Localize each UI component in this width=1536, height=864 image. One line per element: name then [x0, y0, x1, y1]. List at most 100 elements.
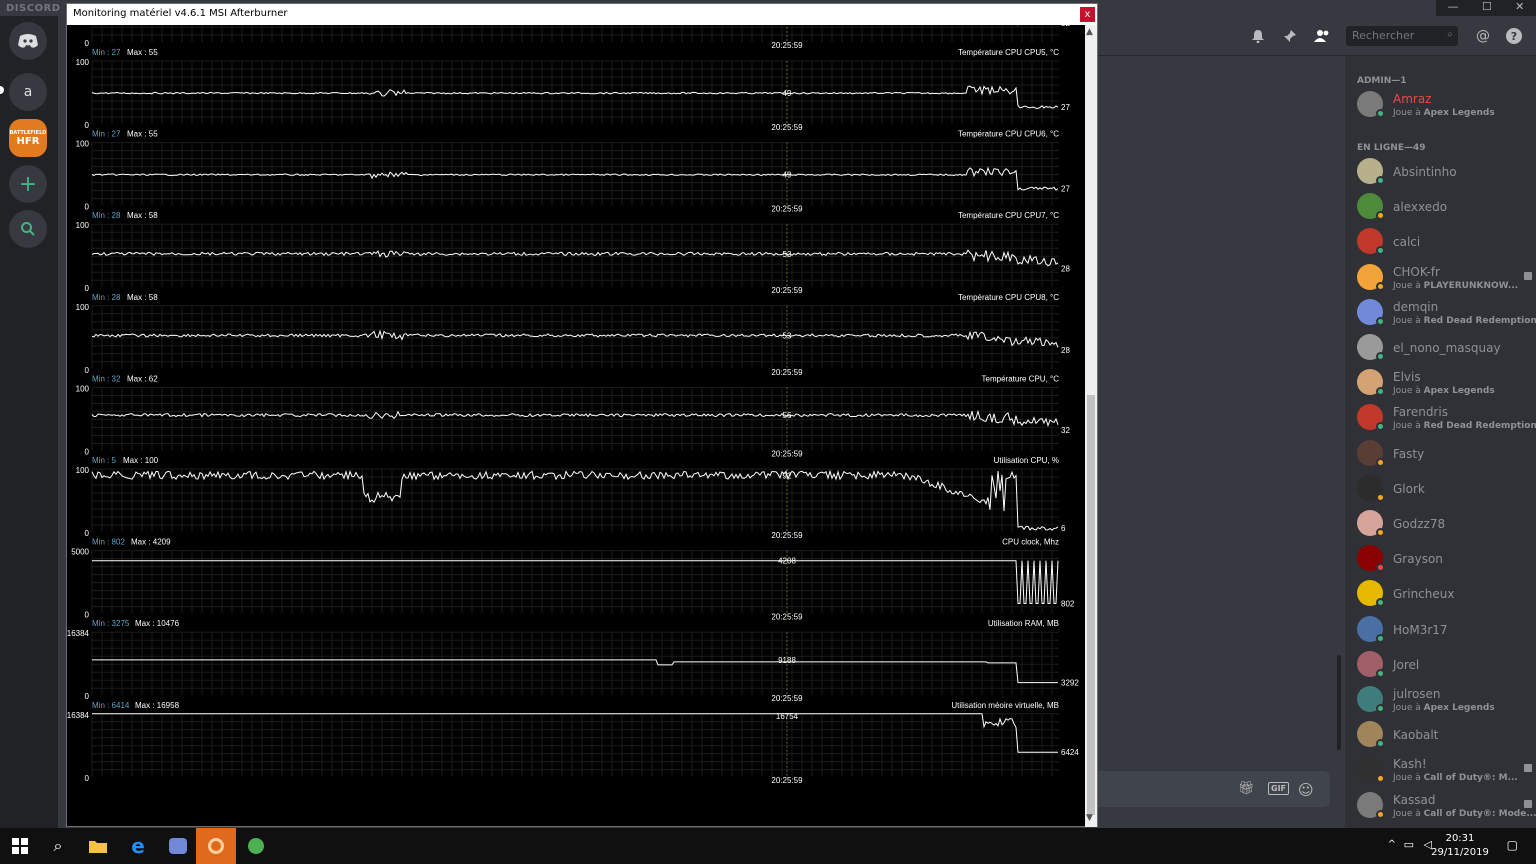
mention-icon[interactable]: @ — [1475, 28, 1491, 44]
member-name: CHOK-fr — [1393, 264, 1440, 279]
search-icon: ⌕ — [1447, 29, 1453, 40]
member-activity: Joue à Apex Legends — [1393, 703, 1495, 713]
member-item[interactable]: Kassad Joue à Call of Duty®: Mode... — [1357, 790, 1536, 822]
end-value-label: 32 — [1061, 426, 1070, 435]
y-axis-max: 5000 — [71, 548, 89, 557]
member-item[interactable]: alexxedo — [1357, 191, 1532, 223]
afterburner-scrollbar[interactable]: ▲ ▼ — [1085, 25, 1097, 827]
member-item[interactable]: Amraz Joue à Apex Legends — [1357, 89, 1532, 121]
member-name: Fasty — [1393, 446, 1425, 461]
status-dot — [1376, 774, 1385, 784]
member-item[interactable]: Kash! Joue à Call of Duty®: M... — [1357, 754, 1532, 786]
member-item[interactable]: Absintinho — [1357, 156, 1532, 188]
member-item[interactable]: Glork — [1357, 473, 1532, 505]
graph-title: Utilisation RAM, MB — [988, 619, 1059, 628]
end-value-label: 6 — [1061, 524, 1066, 533]
time-label: 20:25:59 — [771, 368, 803, 377]
end-value-label: 802 — [1061, 600, 1075, 609]
time-label: 20:25:59 — [771, 613, 803, 622]
help-icon[interactable]: ? — [1506, 28, 1522, 44]
member-name: Absintinho — [1393, 165, 1457, 179]
member-item[interactable]: calci — [1357, 226, 1532, 258]
afterburner-titlebar[interactable]: Monitoring matériel v4.6.1 MSI Afterburn… — [67, 4, 1097, 25]
y-axis-min: 0 — [85, 447, 90, 456]
server-a[interactable]: a — [9, 73, 47, 111]
notification-icon[interactable]: ▢ — [1507, 838, 1518, 852]
gift-icon[interactable]: 🎁︎ — [1238, 781, 1255, 796]
discord-taskbar-icon[interactable] — [158, 828, 198, 864]
search-icon[interactable]: ⌕ — [38, 828, 78, 864]
member-name: Grincheux — [1393, 587, 1455, 602]
member-item[interactable]: Grayson — [1357, 543, 1532, 575]
explore-icon[interactable] — [9, 210, 47, 248]
scroll-up-icon[interactable]: ▲ — [1086, 27, 1093, 37]
windows-start-icon[interactable] — [0, 828, 40, 864]
status-dot — [1376, 176, 1385, 185]
file-explorer-icon[interactable] — [78, 828, 118, 864]
status-dot — [1376, 316, 1385, 326]
time-label: 20:25:59 — [771, 286, 803, 295]
graph-max-label: Max : 55 — [127, 48, 158, 57]
edge-icon[interactable]: e — [118, 828, 158, 864]
member-group-admin: ADMIN—1 — [1357, 76, 1407, 86]
current-value-label: 49 — [783, 89, 792, 98]
y-axis-min: 0 — [85, 39, 90, 48]
status-dot — [1376, 281, 1385, 291]
pin-icon[interactable] — [1282, 28, 1298, 44]
status-dot — [1376, 352, 1385, 361]
afterburner-title: Monitoring matériel v4.6.1 MSI Afterburn… — [73, 8, 288, 19]
member-name: HoM3r17 — [1393, 622, 1448, 637]
member-item[interactable]: Jorel — [1357, 649, 1532, 681]
emoji-icon[interactable]: ☺ — [1298, 781, 1314, 799]
close-button[interactable]: x — [1080, 7, 1095, 22]
chat-input[interactable]: 🎁︎ GIF ☺ — [1098, 771, 1330, 807]
discord-home-icon[interactable] — [9, 22, 47, 60]
graph-panel: Min : 802 Max : 4209 CPU clock, Mhz 5000 0 42… — [71, 538, 1075, 622]
member-item[interactable]: demqin Joue à Red Dead Redemption 2 — [1357, 297, 1536, 329]
member-item[interactable]: HoM3r17 — [1357, 614, 1532, 646]
member-item[interactable]: julrosen Joue à Apex Legends — [1357, 684, 1532, 716]
member-name: Kash! — [1393, 757, 1427, 772]
afterburner-window: Monitoring matériel v4.6.1 MSI Afterburn… — [66, 3, 1098, 827]
members-icon[interactable] — [1314, 28, 1330, 44]
member-name: Kassad — [1393, 792, 1436, 807]
member-list-scrollbar[interactable] — [1337, 655, 1341, 750]
clock-time[interactable]: 20:31 — [1430, 833, 1490, 844]
hfr-label: HFR — [16, 135, 40, 147]
add-server-icon[interactable]: + — [9, 165, 47, 203]
clock-date[interactable]: 29/11/2019 — [1430, 847, 1490, 858]
status-dot — [1376, 668, 1385, 678]
chevron-up-icon[interactable]: ^ — [1388, 839, 1396, 850]
current-value-label: 16754 — [776, 712, 799, 721]
y-axis-max: 100 — [76, 384, 90, 393]
xbox-icon[interactable] — [236, 828, 276, 864]
server-battlefield-hfr[interactable]: BATTLEFIELD HFR — [9, 119, 47, 157]
member-item[interactable]: Fasty — [1357, 438, 1532, 470]
minimize-icon[interactable]: — — [1448, 0, 1459, 16]
member-item[interactable]: CHOK-fr Joue à PLAYERUNKNOW... — [1357, 262, 1532, 294]
end-value-label: 27 — [1061, 185, 1070, 194]
member-item[interactable]: Farendris Joue à Red Dead Redemption 2 — [1357, 402, 1536, 434]
time-label: 20:25:59 — [771, 449, 803, 458]
close-icon[interactable]: ✕ — [1515, 0, 1524, 16]
scroll-thumb[interactable] — [1087, 395, 1095, 815]
member-item[interactable]: Grincheux — [1357, 578, 1532, 610]
search-input[interactable]: Rechercher ⌕ — [1346, 26, 1458, 46]
bell-icon[interactable] — [1250, 28, 1266, 44]
activity-prefix: Joue à — [1393, 108, 1424, 118]
graph-min-label: Min : 802 — [92, 538, 125, 547]
member-item[interactable]: Kaobalt — [1357, 719, 1532, 751]
member-name: Godzz78 — [1393, 517, 1446, 531]
afterburner-taskbar-icon[interactable] — [196, 828, 236, 864]
member-name: alexxedo — [1393, 200, 1448, 215]
status-dot — [1376, 739, 1385, 749]
gif-button[interactable]: GIF — [1268, 782, 1290, 795]
scroll-down-icon[interactable]: ▼ — [1086, 813, 1093, 823]
member-item[interactable]: Godzz78 — [1357, 508, 1532, 540]
member-item[interactable]: el_nono_masquay — [1357, 332, 1532, 364]
maximize-icon[interactable]: ☐ — [1482, 0, 1492, 16]
network-icon[interactable]: ▭ — [1404, 838, 1414, 851]
activity-game: Apex Legends — [1423, 703, 1495, 713]
data-line — [91, 166, 1059, 191]
member-item[interactable]: Elvis Joue à Apex Legends — [1357, 367, 1532, 399]
